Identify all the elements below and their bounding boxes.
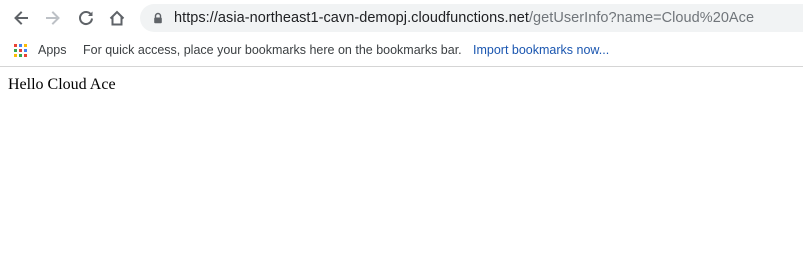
home-icon bbox=[109, 10, 125, 26]
browser-toolbar: https://asia-northeast1-cavn-demopj.clou… bbox=[0, 0, 803, 36]
back-button[interactable] bbox=[8, 5, 34, 31]
address-bar[interactable]: https://asia-northeast1-cavn-demopj.clou… bbox=[140, 4, 803, 32]
bookmarks-bar: Apps For quick access, place your bookma… bbox=[0, 36, 803, 67]
apps-shortcut[interactable]: Apps bbox=[14, 43, 67, 57]
home-button[interactable] bbox=[104, 5, 130, 31]
apps-label: Apps bbox=[38, 43, 67, 57]
apps-grid-icon bbox=[14, 43, 27, 57]
bookmarks-hint-text: For quick access, place your bookmarks h… bbox=[83, 43, 462, 57]
back-arrow-icon bbox=[14, 11, 28, 25]
url-host: https://asia-northeast1-cavn-demopj.clou… bbox=[174, 10, 529, 26]
reload-icon bbox=[79, 11, 93, 25]
reload-button[interactable] bbox=[73, 5, 99, 31]
url-path: /getUserInfo?name=Cloud%20Ace bbox=[528, 10, 755, 26]
import-bookmarks-link[interactable]: Import bookmarks now... bbox=[473, 43, 609, 57]
url-text[interactable]: https://asia-northeast1-cavn-demopj.clou… bbox=[174, 10, 754, 26]
page-body-text: Hello Cloud Ace bbox=[8, 76, 116, 93]
lock-icon[interactable] bbox=[152, 12, 164, 24]
forward-arrow-icon bbox=[46, 11, 60, 25]
forward-button[interactable] bbox=[40, 5, 66, 31]
